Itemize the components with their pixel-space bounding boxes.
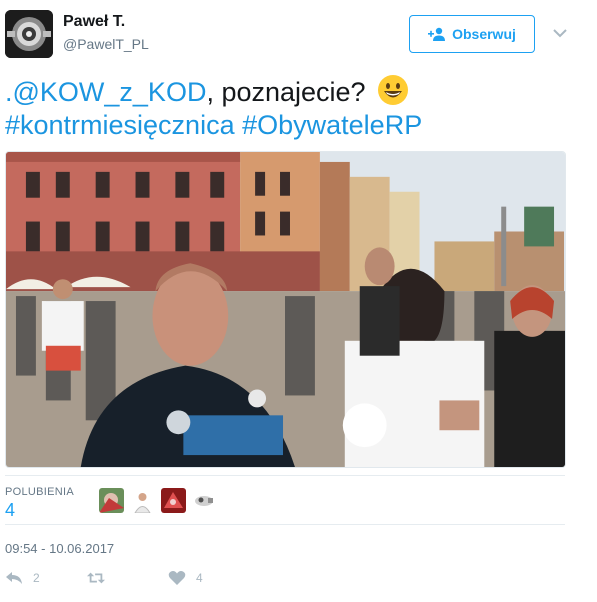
grinning-face-emoji-icon bbox=[378, 75, 409, 105]
retweet-action[interactable] bbox=[87, 570, 115, 586]
likes-label[interactable]: POLUBIENIA bbox=[5, 486, 74, 498]
hashtag-link[interactable]: #kontrmiesięcznica bbox=[5, 110, 235, 140]
tweet-text: .@KOW_z_KOD, poznajecie? #kontrmiesięczn… bbox=[5, 74, 590, 142]
heart-icon bbox=[168, 571, 186, 585]
reply-action[interactable]: 2 bbox=[5, 570, 40, 586]
add-user-icon bbox=[428, 27, 446, 41]
retweet-icon bbox=[87, 572, 105, 584]
like-action[interactable]: 4 bbox=[168, 570, 203, 586]
follow-button[interactable]: Obserwuj bbox=[409, 15, 535, 53]
chevron-down-icon[interactable] bbox=[553, 28, 567, 38]
liker-avatar[interactable] bbox=[99, 488, 124, 513]
liker-avatar[interactable] bbox=[161, 488, 186, 513]
liker-avatar[interactable] bbox=[192, 488, 217, 513]
liker-avatar[interactable] bbox=[130, 488, 155, 513]
display-name[interactable]: Paweł T. bbox=[63, 13, 125, 31]
reply-icon bbox=[6, 572, 22, 584]
hashtag-link[interactable]: #ObywateleRP bbox=[242, 110, 422, 140]
user-avatar[interactable] bbox=[5, 10, 53, 58]
mention-link[interactable]: .@KOW_z_KOD bbox=[5, 77, 206, 107]
liker-avatars bbox=[99, 488, 217, 513]
tweet-actions: 2 4 bbox=[5, 570, 305, 590]
follow-button-label: Obserwuj bbox=[452, 26, 516, 42]
likes-count[interactable]: 4 bbox=[5, 500, 15, 521]
user-handle[interactable]: @PawelT_PL bbox=[63, 36, 149, 52]
tweet-body: , poznajecie? bbox=[206, 77, 366, 107]
tweet-timestamp[interactable]: 09:54 - 10.06.2017 bbox=[5, 541, 114, 556]
engagement-stats: POLUBIENIA 4 bbox=[5, 475, 565, 525]
reply-count: 2 bbox=[33, 571, 40, 585]
tweet-photo[interactable] bbox=[5, 151, 566, 468]
like-count: 4 bbox=[196, 571, 203, 585]
tweet-header: Paweł T. @PawelT_PL Obserwuj bbox=[5, 10, 590, 60]
